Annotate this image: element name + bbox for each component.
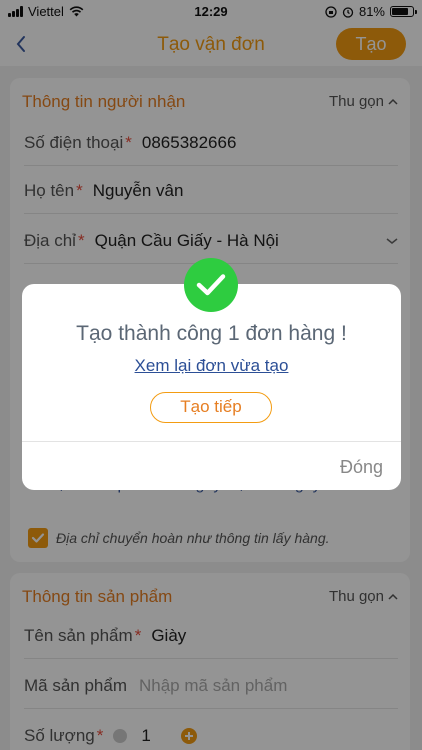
success-check-icon — [184, 258, 238, 312]
success-message: Tạo thành công 1 đơn hàng ! — [76, 322, 347, 345]
success-dialog: Tạo thành công 1 đơn hàng ! Xem lại đơn … — [22, 284, 401, 490]
create-another-button[interactable]: Tạo tiếp — [150, 392, 272, 423]
close-button[interactable]: Đóng — [340, 457, 383, 478]
review-order-link[interactable]: Xem lại đơn vừa tạo — [22, 356, 401, 376]
dialog-divider — [22, 441, 401, 442]
